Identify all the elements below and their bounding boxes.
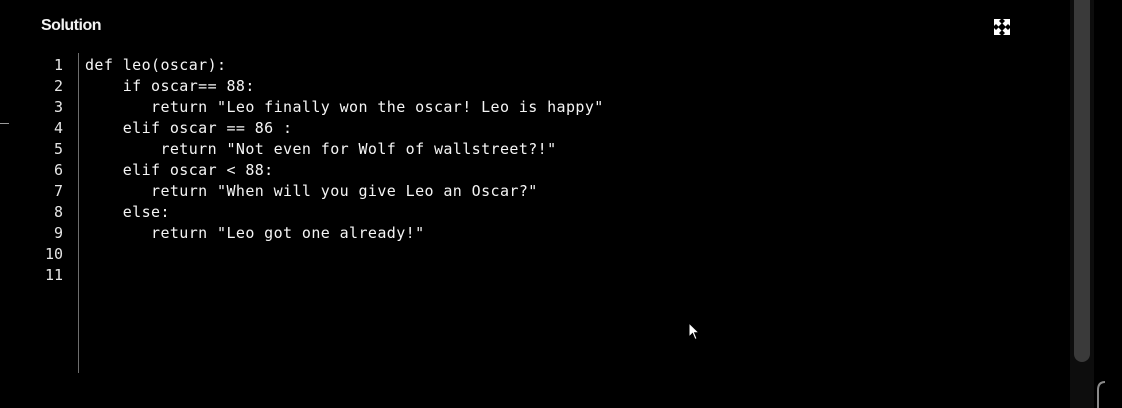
line-number: 5 [53, 140, 63, 158]
fullscreen-button[interactable] [993, 18, 1011, 36]
corner-decoration [1094, 378, 1108, 408]
code-area[interactable]: def leo(oscar): if oscar== 88: return "L… [85, 53, 1065, 373]
gutter-divider [78, 53, 79, 373]
line-number: 8 [53, 203, 63, 221]
line-number: 9 [53, 224, 63, 242]
line-number: 2 [53, 77, 63, 95]
code-editor[interactable]: 1 2 3 4 5 6 7 8 9 10 11 def leo(oscar): if oscar==… [0, 53, 1070, 373]
code-line[interactable]: return "Leo got one already!" [85, 223, 425, 244]
line-number: 7 [53, 182, 63, 200]
code-line[interactable]: if oscar== 88: [85, 76, 255, 97]
code-line[interactable]: return "Not even for Wolf of wallstreet?… [85, 139, 557, 160]
line-number: 3 [53, 98, 63, 116]
expand-arrows-icon [994, 19, 1010, 35]
solution-panel: Solution 1 2 3 4 5 6 7 8 9 10 11 def leo(oscar): i… [0, 0, 1122, 408]
code-line[interactable]: elif oscar < 88: [85, 160, 274, 181]
code-line[interactable]: return "When will you give Leo an Oscar?… [85, 181, 538, 202]
line-number: 10 [44, 245, 63, 263]
mouse-pointer-icon [688, 321, 701, 345]
code-line[interactable]: return "Leo finally won the oscar! Leo i… [85, 97, 604, 118]
code-line[interactable]: else: [85, 202, 170, 223]
line-number: 11 [44, 266, 63, 284]
line-number: 6 [53, 161, 63, 179]
line-number: 1 [53, 56, 63, 74]
code-line[interactable]: def leo(oscar): [85, 55, 226, 76]
line-number-gutter: 1 2 3 4 5 6 7 8 9 10 11 [0, 53, 78, 373]
panel-title: Solution [41, 17, 101, 34]
scrollbar-thumb[interactable] [1074, 0, 1090, 362]
line-number: 4 [53, 119, 63, 137]
code-line[interactable]: elif oscar == 86 : [85, 118, 292, 139]
